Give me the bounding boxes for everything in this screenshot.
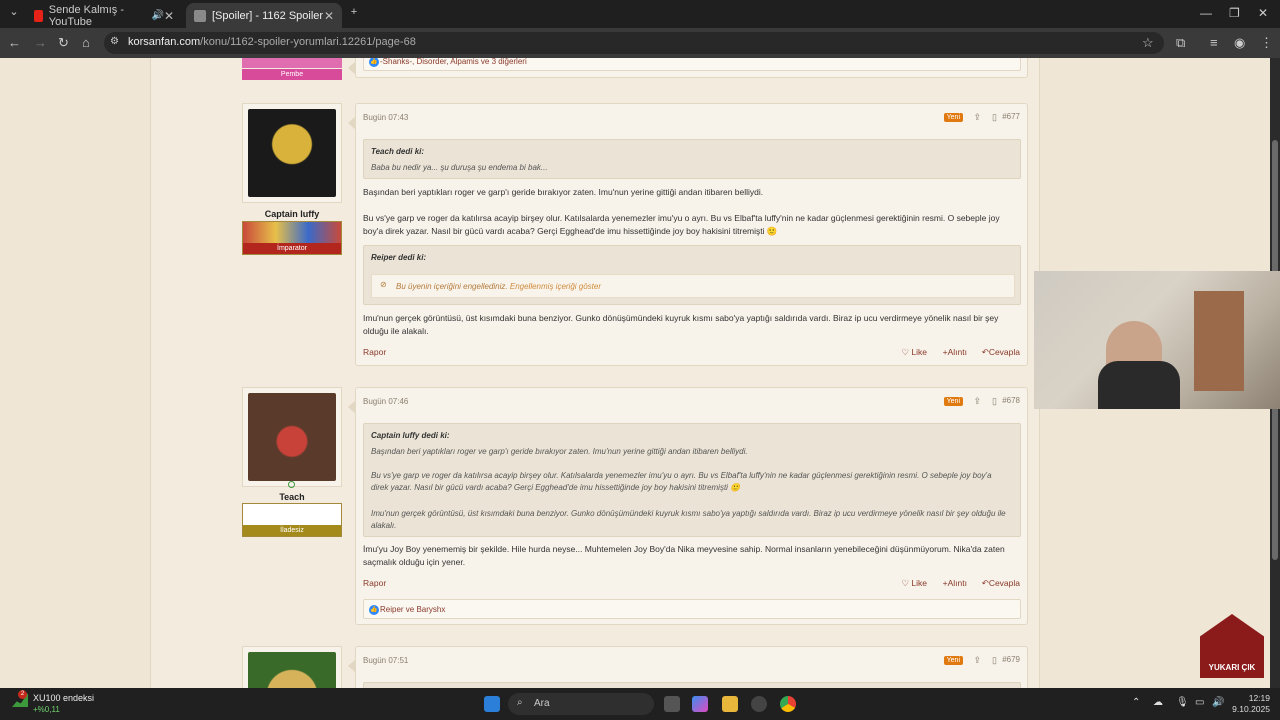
quote-block: Reiper dedi ki: ⊘ Bu üyenin içeriğini en… [363, 245, 1021, 305]
blocked-icon: ⊘ [380, 280, 387, 289]
site-icon [194, 9, 206, 22]
like-icon: 👍 [369, 605, 379, 615]
webcam-overlay [1034, 271, 1280, 409]
quote-block: Captain luffy dedi ki: Başından beri yap… [363, 423, 1021, 537]
back-icon[interactable]: ← [8, 35, 21, 50]
tab-youtube[interactable]: Sende Kalmış - YouTube 🔊 ✕ [26, 3, 182, 28]
new-badge: Yeni [943, 656, 963, 665]
quote-button[interactable]: +Alıntı [943, 578, 967, 588]
home-icon[interactable]: ⌂ [82, 35, 90, 50]
microphone-icon[interactable]: 🎙 [1176, 697, 1189, 708]
avatar[interactable] [248, 652, 336, 688]
tray-chevron-icon[interactable]: ⌃ [1132, 697, 1140, 708]
minimize-icon[interactable]: — [1200, 6, 1212, 20]
user-banner: İmparator [242, 221, 342, 255]
tab-spoiler[interactable]: [Spoiler] - 1162 Spoiler Yorumla ✕ [186, 3, 342, 28]
address-toolbar: ← → ↻ ⌂ korsanfan.com/konu/1162-spoiler-… [0, 28, 1280, 58]
reply-button[interactable]: ↶Cevapla [982, 347, 1020, 358]
report-link[interactable]: Rapor [363, 578, 386, 588]
taskbar: 2 XU100 endeksi +%0,11 ⌕ Ara ⌃ ☁ 🎙 ▭ 🔊 1… [0, 688, 1280, 720]
steam-icon[interactable] [751, 696, 767, 712]
share-icon[interactable]: ⇪ [973, 396, 981, 407]
user-card-next [242, 646, 342, 688]
show-blocked-link[interactable]: Engellenmiş içeriği göster [510, 282, 601, 291]
prev-banner [242, 58, 342, 68]
window-close-icon[interactable]: ✕ [1258, 6, 1268, 20]
bookmark-icon[interactable]: ▯ [992, 396, 997, 407]
post-number[interactable]: #679 [1002, 655, 1020, 664]
share-icon[interactable]: ⇪ [973, 112, 981, 123]
tab-strip: ⌄ Sende Kalmış - YouTube 🔊 ✕ [Spoiler] -… [0, 0, 1280, 28]
clock[interactable]: 12:19 9.10.2025 [1232, 693, 1270, 715]
new-tab-icon[interactable]: + [346, 6, 362, 22]
url-input[interactable]: korsanfan.com/konu/1162-spoiler-yorumlar… [104, 32, 1164, 54]
new-badge: Yeni [943, 113, 963, 122]
file-explorer-icon[interactable] [722, 696, 738, 712]
post-time[interactable]: Bugün 07:46 [363, 397, 408, 406]
menu-icon[interactable]: ⋮ [1260, 35, 1273, 51]
close-icon[interactable]: ✕ [164, 9, 174, 23]
prev-reactions: 👍 -Shanks-, Disorder, Alpamis ve 3 diğer… [363, 58, 1021, 71]
network-icon[interactable]: ▭ [1195, 697, 1204, 708]
share-icon[interactable]: ⇪ [973, 655, 981, 666]
reactions-bar: 👍 Reiper ve Baryshx [363, 599, 1021, 619]
avatar[interactable] [248, 393, 336, 481]
search-icon: ⌕ [517, 697, 523, 708]
reply-button[interactable]: ↶Cevapla [982, 578, 1020, 589]
close-icon[interactable]: ✕ [324, 9, 334, 23]
user-card-captain-luffy: Captain luffy İmparator [242, 103, 342, 259]
like-button[interactable]: ♡ Like [901, 578, 927, 589]
like-button[interactable]: ♡ Like [901, 347, 927, 358]
avatar[interactable] [248, 109, 336, 197]
notification-badge: 2 [18, 690, 27, 699]
reading-list-icon[interactable]: ≡ [1210, 35, 1218, 50]
reload-icon[interactable]: ↻ [58, 35, 69, 51]
post-time[interactable]: Bugün 07:43 [363, 113, 408, 122]
prev-post: 👍 -Shanks-, Disorder, Alpamis ve 3 diğer… [348, 58, 1028, 78]
taskbar-search[interactable]: ⌕ Ara [508, 693, 654, 715]
report-link[interactable]: Rapor [363, 347, 386, 357]
maximize-icon[interactable]: ❐ [1229, 6, 1240, 20]
post-time[interactable]: Bugün 07:51 [363, 656, 408, 665]
profile-icon[interactable]: ◉ [1234, 35, 1245, 51]
user-card-teach: Teach İladesiz [242, 387, 342, 543]
post-679: Bugün 07:51 Yeni ⇪ ▯ #679 [348, 646, 1028, 688]
extensions-icon[interactable]: ⧉ [1176, 35, 1185, 51]
bookmark-star-icon[interactable]: ☆ [1142, 35, 1154, 51]
volume-icon[interactable]: 🔊 [1212, 697, 1224, 708]
bookmark-icon[interactable]: ▯ [992, 655, 997, 666]
tab-search-icon[interactable]: ⌄ [6, 5, 22, 21]
blocked-content: ⊘ Bu üyenin içeriğini engellediniz. Enge… [371, 274, 1015, 298]
chrome-icon[interactable] [780, 696, 796, 712]
site-info-icon[interactable]: ⚙ [110, 36, 119, 47]
quote-button[interactable]: +Alıntı [943, 347, 967, 357]
user-banner: İladesiz [242, 503, 342, 537]
cloud-icon[interactable]: ☁ [1153, 697, 1163, 708]
post-number[interactable]: #677 [1002, 112, 1020, 121]
task-view-icon[interactable] [664, 696, 680, 712]
post-number[interactable]: #678 [1002, 396, 1020, 405]
post-677: Bugün 07:43 Yeni ⇪ ▯ #677 Teach dedi ki:… [348, 103, 1028, 366]
username[interactable]: Captain luffy [242, 209, 342, 219]
username[interactable]: Teach [242, 492, 342, 502]
post-678: Bugün 07:46 Yeni ⇪ ▯ #678 Captain luffy … [348, 387, 1028, 625]
windows-start-icon[interactable] [484, 696, 500, 712]
shelf [1194, 291, 1244, 391]
bookmark-icon[interactable]: ▯ [992, 112, 997, 123]
new-badge: Yeni [943, 397, 963, 406]
youtube-icon [34, 9, 43, 22]
copilot-icon[interactable] [692, 696, 708, 712]
speaker-icon[interactable]: 🔊 [151, 10, 163, 21]
forward-icon[interactable]: → [34, 35, 47, 50]
prev-user-card: Pembe [242, 58, 342, 80]
online-status-icon [288, 481, 295, 488]
quote-block: Teach dedi ki: Baba bu nedir ya... şu du… [363, 139, 1021, 179]
like-icon: 👍 [369, 58, 379, 67]
